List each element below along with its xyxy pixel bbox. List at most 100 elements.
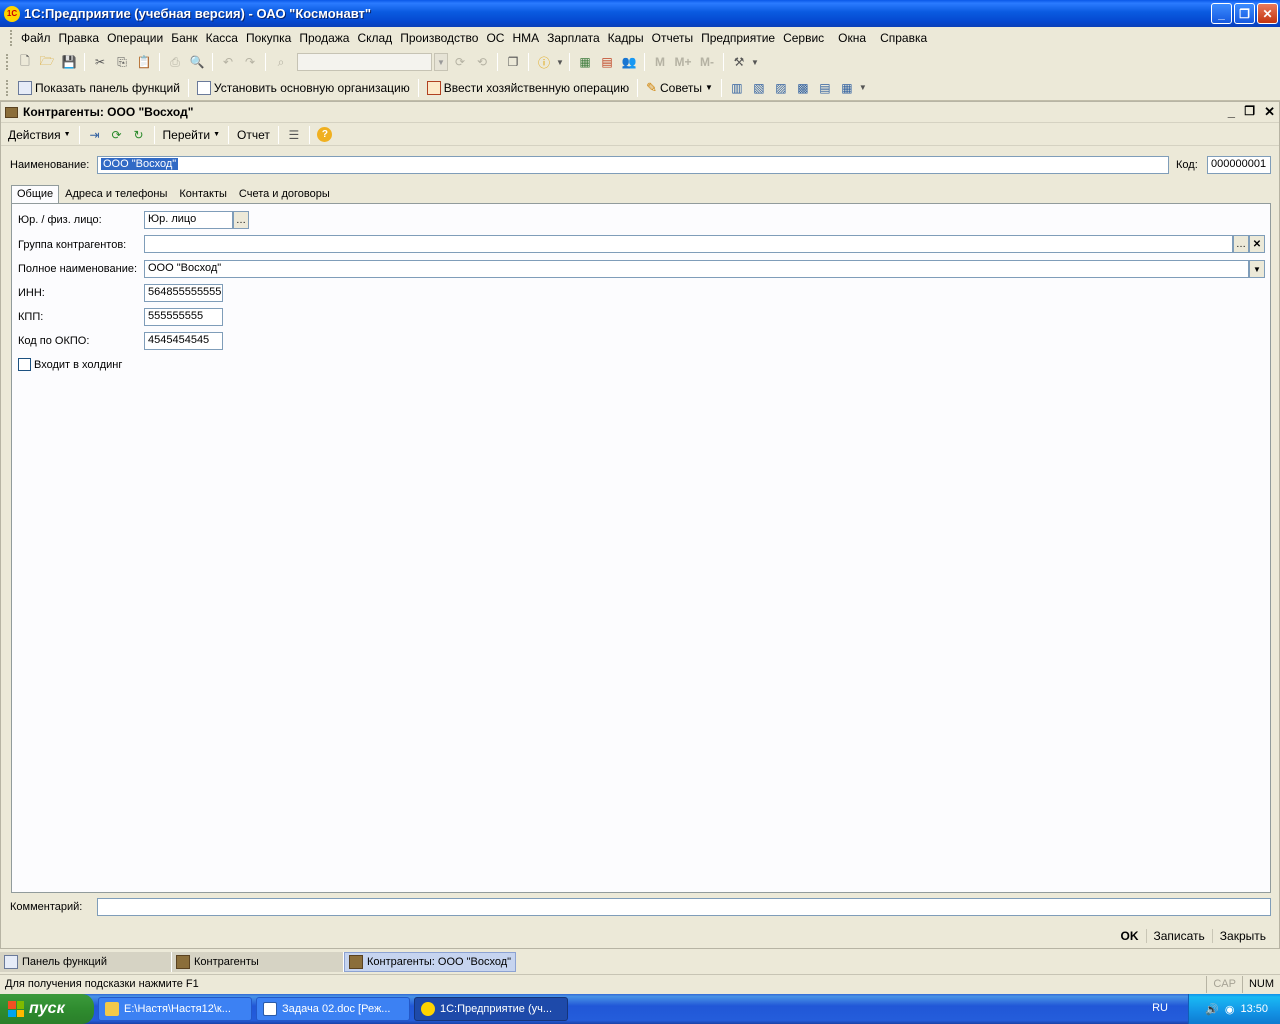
group-field[interactable] — [144, 235, 1233, 253]
menu-file[interactable]: Файл — [17, 31, 55, 45]
menu-cash[interactable]: Касса — [202, 31, 242, 45]
tips-button[interactable]: ✎ Советы ▼ — [643, 80, 716, 96]
kpp-field[interactable]: 555555555 — [144, 308, 223, 326]
save-icon[interactable]: 💾 — [59, 52, 79, 72]
toolbar-grip[interactable] — [6, 54, 9, 70]
save-and-close-icon[interactable]: ⇥ — [85, 125, 105, 145]
copy-icon[interactable]: ⎘ — [112, 52, 132, 72]
directory-settings-icon[interactable]: ▦ — [837, 78, 857, 98]
toolbar-grip[interactable] — [10, 30, 13, 46]
menu-service[interactable]: Сервис — [779, 31, 828, 45]
network-icon[interactable]: ◉ — [1225, 1003, 1235, 1016]
tools-icon[interactable]: ⚒ — [729, 52, 749, 72]
form-close-button[interactable]: ✕ — [1264, 104, 1275, 120]
undo-icon[interactable]: ↶ — [218, 52, 238, 72]
chevron-down-icon[interactable]: ▼ — [859, 78, 867, 98]
goto-menu[interactable]: Перейти ▼ — [160, 128, 224, 142]
windows-icon[interactable]: ❐ — [503, 52, 523, 72]
task-1c[interactable]: 1С:Предприятие (уч... — [414, 997, 568, 1021]
window-tab-counterparty-form[interactable]: Контрагенты: ООО "Восход" — [344, 952, 516, 972]
actions-menu[interactable]: Действия ▼ — [5, 128, 74, 142]
window-tab-functions-panel[interactable]: Панель функций — [0, 952, 172, 972]
set-organization-button[interactable]: Установить основную организацию — [194, 80, 413, 95]
directory-people-icon[interactable]: ▨ — [771, 78, 791, 98]
find-next-icon[interactable]: ⟳ — [450, 52, 470, 72]
okpo-field[interactable]: 4545454545 — [144, 332, 223, 350]
tab-general[interactable]: Общие — [11, 185, 60, 204]
cut-icon[interactable]: ✂ — [90, 52, 110, 72]
restore-button[interactable]: ❐ — [1234, 3, 1255, 24]
volume-icon[interactable]: 🔊 — [1205, 1003, 1219, 1016]
help-icon[interactable]: ? — [315, 125, 335, 145]
task-explorer[interactable]: E:\Настя\Настя12\к... — [98, 997, 252, 1021]
directory-groups-icon[interactable]: ▩ — [793, 78, 813, 98]
menu-production[interactable]: Производство — [396, 31, 482, 45]
name-field[interactable]: ООО "Восход" — [97, 156, 1169, 174]
minimize-button[interactable]: _ — [1211, 3, 1232, 24]
info-icon[interactable]: ⓘ — [534, 52, 554, 72]
enter-operation-button[interactable]: Ввести хозяйственную операцию — [424, 80, 632, 95]
structure-icon[interactable]: ☰ — [284, 125, 304, 145]
close-button[interactable]: ✕ — [1257, 3, 1278, 24]
entity-type-select-button[interactable]: … — [233, 211, 249, 229]
menu-fixed-assets[interactable]: ОС — [482, 31, 508, 45]
language-indicator[interactable]: RU — [1152, 1002, 1168, 1014]
reread-icon[interactable]: ↻ — [129, 125, 149, 145]
window-tab-counterparties[interactable]: Контрагенты — [172, 952, 344, 972]
users-icon[interactable]: 👥 — [619, 52, 639, 72]
form-minimize-button[interactable]: _ — [1228, 104, 1235, 119]
menu-purchase[interactable]: Покупка — [242, 31, 295, 45]
tab-addresses[interactable]: Адреса и телефоны — [59, 185, 173, 204]
tab-contacts[interactable]: Контакты — [173, 185, 233, 204]
save-button[interactable]: Записать — [1145, 929, 1212, 943]
clock[interactable]: 13:50 — [1240, 1003, 1268, 1015]
entity-type-field[interactable]: Юр. лицо — [144, 211, 233, 229]
report-button[interactable]: Отчет — [234, 128, 273, 142]
task-word[interactable]: Задача 02.doc [Реж... — [256, 997, 410, 1021]
toolbar-grip[interactable] — [6, 79, 9, 96]
menu-intangibles[interactable]: НМА — [508, 31, 543, 45]
menu-personnel[interactable]: Кадры — [604, 31, 648, 45]
menu-sales[interactable]: Продажа — [295, 31, 353, 45]
start-button[interactable]: пуск — [0, 994, 94, 1024]
print-icon[interactable]: ⎙ — [165, 52, 185, 72]
chevron-down-icon[interactable]: ▼ — [556, 52, 564, 72]
menu-reports[interactable]: Отчеты — [648, 31, 697, 45]
code-field[interactable]: 000000001 — [1207, 156, 1271, 174]
calendar-icon[interactable]: ▤ — [597, 52, 617, 72]
show-panel-button[interactable]: Показать панель функций — [15, 80, 183, 95]
find-icon[interactable]: ⌕ — [271, 52, 291, 72]
close-form-button[interactable]: Закрыть — [1211, 929, 1273, 943]
find-prev-icon[interactable]: ⟲ — [472, 52, 492, 72]
ok-button[interactable]: OK — [1114, 929, 1146, 943]
form-restore-button[interactable]: ❐ — [1244, 104, 1255, 118]
directory-tree-icon[interactable]: ▧ — [749, 78, 769, 98]
memory-plus-icon[interactable]: M+ — [672, 52, 694, 72]
inn-field[interactable]: 564855555555 — [144, 284, 223, 302]
directory-icon[interactable]: ▥ — [727, 78, 747, 98]
directory-list-icon[interactable]: ▤ — [815, 78, 835, 98]
chevron-down-icon[interactable]: ▼ — [751, 52, 759, 72]
menu-bank[interactable]: Банк — [167, 31, 201, 45]
clear-icon[interactable]: ✕ — [1249, 235, 1265, 253]
menu-windows[interactable]: Окна — [834, 31, 870, 45]
search-input[interactable] — [297, 53, 432, 71]
menu-help[interactable]: Справка — [876, 31, 931, 45]
menu-warehouse[interactable]: Склад — [353, 31, 396, 45]
redo-icon[interactable]: ↷ — [240, 52, 260, 72]
open-folder-icon[interactable]: 🗁 — [37, 52, 57, 72]
full-name-field[interactable]: ООО "Восход" — [144, 260, 1249, 278]
print-preview-icon[interactable]: 🔍 — [187, 52, 207, 72]
menu-operations[interactable]: Операции — [103, 31, 167, 45]
new-document-icon[interactable]: 🗋 — [15, 52, 35, 72]
tab-accounts[interactable]: Счета и договоры — [233, 185, 336, 204]
memory-minus-icon[interactable]: M- — [696, 52, 718, 72]
menu-salary[interactable]: Зарплата — [543, 31, 604, 45]
group-select-button[interactable]: … — [1233, 235, 1249, 253]
holding-checkbox[interactable] — [18, 358, 31, 371]
paste-icon[interactable]: 📋 — [134, 52, 154, 72]
refresh-icon[interactable]: ⟳ — [107, 125, 127, 145]
chevron-down-icon[interactable]: ▼ — [434, 53, 448, 71]
menu-enterprise[interactable]: Предприятие — [697, 31, 779, 45]
comment-field[interactable] — [97, 898, 1271, 916]
